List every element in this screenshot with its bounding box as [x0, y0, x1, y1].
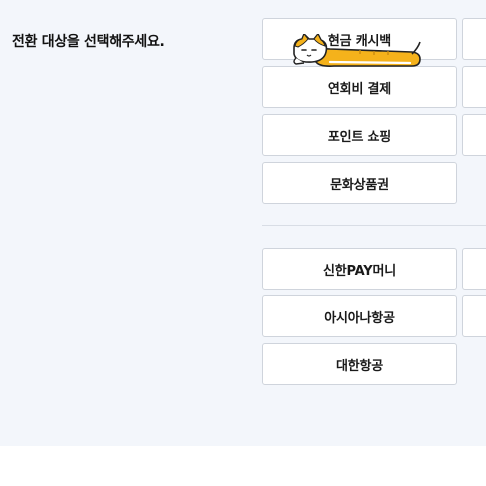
option-extra-button-4[interactable]	[462, 248, 486, 290]
option-extra-button-5[interactable]	[462, 295, 486, 337]
selection-panel: 전환 대상을 선택해주세요. 현금 캐시백 연회비 결제 포인트 쇼핑 문화상품…	[0, 0, 486, 446]
prompt-heading: 전환 대상을 선택해주세요.	[12, 34, 165, 50]
option-extra-button-1[interactable]	[462, 18, 486, 60]
option-shinhan-pay-button[interactable]: 신한PAY머니	[262, 248, 457, 290]
option-korean-air-button[interactable]: 대한항공	[262, 343, 457, 385]
group-divider	[262, 225, 486, 226]
footer-area	[0, 446, 486, 486]
option-point-shopping-button[interactable]: 포인트 쇼핑	[262, 114, 457, 156]
option-annual-fee-button[interactable]: 연회비 결제	[262, 66, 457, 108]
option-extra-button-3[interactable]	[462, 114, 486, 156]
option-culture-voucher-button[interactable]: 문화상품권	[262, 162, 457, 204]
option-extra-button-2[interactable]	[462, 66, 486, 108]
option-cash-back-button[interactable]: 현금 캐시백	[262, 18, 457, 60]
option-asiana-button[interactable]: 아시아나항공	[262, 295, 457, 337]
